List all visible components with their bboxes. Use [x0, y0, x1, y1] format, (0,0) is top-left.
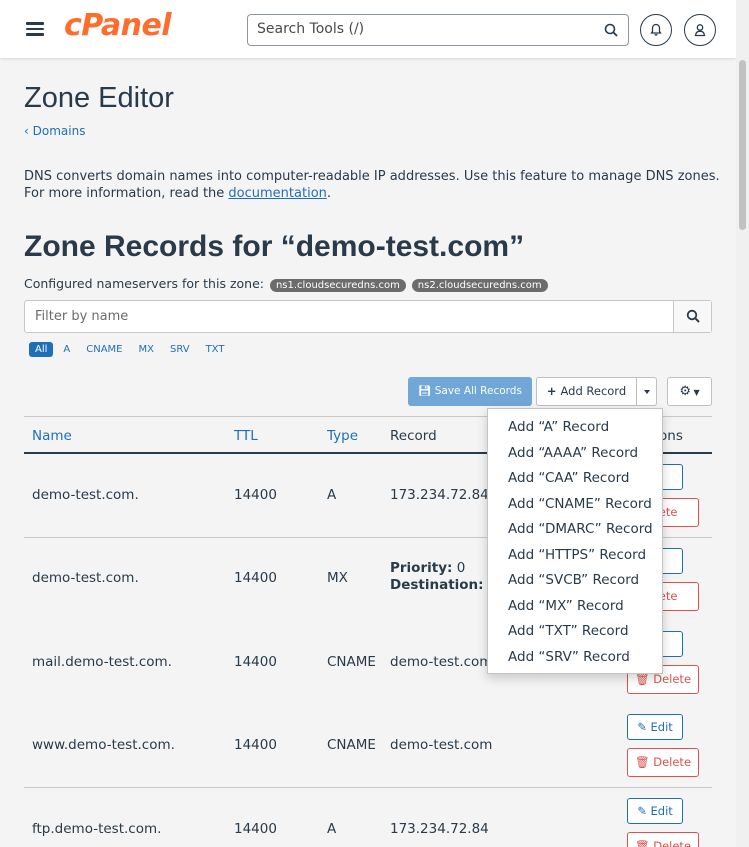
user-icon: [694, 24, 706, 37]
add-aaaa-record-item[interactable]: Add “AAAA” Record: [488, 441, 662, 467]
add-record-dropdown-toggle[interactable]: [636, 377, 657, 406]
top-navbar: cPanel: [0, 0, 736, 58]
record-ttl: 14400: [234, 570, 277, 586]
record-name: demo-test.com.: [32, 487, 139, 503]
back-to-domains-link[interactable]: ‹ Domains: [24, 124, 85, 138]
record-value: demo-test.com: [390, 737, 493, 753]
record-column-header: Record: [390, 428, 437, 444]
search-tools-box[interactable]: [247, 14, 629, 46]
add-svcb-record-item[interactable]: Add “SVCB” Record: [488, 568, 662, 594]
add-record-label: Add Record: [560, 384, 627, 398]
add-txt-record-item[interactable]: Add “TXT” Record: [488, 619, 662, 645]
record-value: 173.234.72.84: [390, 821, 489, 837]
table-row: ftp.demo-test.com. 14400 A 173.234.72.84…: [24, 788, 712, 847]
record-value: 173.234.72.84: [390, 487, 489, 503]
record-name: mail.demo-test.com.: [32, 654, 172, 670]
caret-down-icon: ▼: [690, 388, 700, 397]
delete-label: Delete: [653, 672, 692, 686]
search-icon: [686, 309, 700, 323]
type-column-header[interactable]: Type: [327, 428, 358, 444]
filter-box: [24, 300, 712, 333]
record-type: CNAME: [327, 654, 376, 670]
pencil-icon: ✎: [637, 720, 647, 734]
scroll-thumb[interactable]: [739, 60, 746, 230]
filter-cname[interactable]: CNAME: [80, 342, 128, 357]
search-icon[interactable]: [604, 23, 618, 37]
bell-icon: [650, 23, 662, 36]
filter-srv[interactable]: SRV: [164, 342, 196, 357]
filter-mx[interactable]: MX: [133, 342, 160, 357]
add-record-button[interactable]: + Add Record: [536, 377, 637, 406]
record-type: A: [327, 821, 337, 837]
record-ttl: 14400: [234, 737, 277, 753]
edit-label: Edit: [650, 804, 673, 818]
delete-button[interactable]: 🗑︎ Delete: [627, 832, 699, 847]
filter-by-name-input[interactable]: [35, 309, 635, 324]
priority-value: 0: [456, 560, 466, 576]
add-cname-record-item[interactable]: Add “CNAME” Record: [488, 492, 662, 518]
page-title: Zone Editor: [24, 82, 174, 114]
trash-icon: 🗑︎: [634, 755, 650, 769]
cpanel-logo[interactable]: cPanel: [64, 8, 172, 43]
ttl-column-header[interactable]: TTL: [234, 428, 258, 444]
destination-label: Destination:: [390, 577, 484, 593]
filter-all[interactable]: All: [29, 342, 54, 357]
delete-label: Delete: [653, 839, 692, 847]
trash-icon: 🗑︎: [634, 839, 650, 847]
notifications-button[interactable]: [640, 14, 672, 46]
nameserver-badge: ns2.cloudsecuredns.com: [411, 279, 548, 292]
edit-button[interactable]: ✎ Edit: [627, 714, 683, 740]
edit-button[interactable]: ✎ Edit: [627, 798, 683, 824]
user-menu-button[interactable]: [684, 14, 716, 46]
record-ttl: 14400: [234, 487, 277, 503]
documentation-link[interactable]: documentation: [228, 186, 326, 201]
menu-icon[interactable]: [26, 22, 44, 36]
add-dmarc-record-item[interactable]: Add “DMARC” Record: [488, 517, 662, 543]
table-row: www.demo-test.com. 14400 CNAME demo-test…: [24, 704, 712, 788]
record-type-filters: All A CNAME MX SRV TXT: [29, 342, 234, 357]
name-column-header[interactable]: Name: [32, 428, 72, 444]
record-type: MX: [327, 570, 348, 586]
delete-label: Delete: [653, 755, 692, 769]
record-type: A: [327, 487, 337, 503]
filter-txt[interactable]: TXT: [200, 342, 231, 357]
save-label: Save All Records: [434, 385, 522, 397]
record-type: CNAME: [327, 737, 376, 753]
settings-dropdown-button[interactable]: ⚙︎ ▼: [667, 377, 712, 406]
delete-button[interactable]: 🗑︎ Delete: [627, 748, 699, 777]
save-all-records-button[interactable]: 💾︎ Save All Records: [408, 377, 532, 406]
priority-label: Priority:: [390, 560, 453, 576]
zone-records-title: Zone Records for “demo-test.com”: [24, 230, 525, 263]
search-input[interactable]: [257, 21, 587, 37]
description-end: .: [326, 186, 332, 201]
plus-icon: +: [546, 384, 561, 398]
filter-search-button[interactable]: [673, 301, 711, 332]
pencil-icon: ✎: [637, 804, 647, 818]
gear-icon: ⚙︎: [679, 384, 691, 399]
description-text: DNS converts domain names into computer-…: [24, 169, 720, 201]
add-a-record-item[interactable]: Add “A” Record: [488, 415, 662, 441]
edit-label: Edit: [650, 720, 673, 734]
record-value: demo-test.com: [390, 654, 493, 670]
add-mx-record-item[interactable]: Add “MX” Record: [488, 594, 662, 620]
record-name: www.demo-test.com.: [32, 737, 175, 753]
save-icon: 💾︎: [418, 385, 435, 397]
back-link-label: Domains: [32, 124, 86, 138]
add-record-dropdown-menu: Add “A” Record Add “AAAA” Record Add “CA…: [487, 408, 663, 674]
record-ttl: 14400: [234, 821, 277, 837]
nameserver-badge: ns1.cloudsecuredns.com: [269, 279, 406, 292]
record-name: ftp.demo-test.com.: [32, 821, 162, 837]
record-name: demo-test.com.: [32, 570, 139, 586]
add-caa-record-item[interactable]: Add “CAA” Record: [488, 466, 662, 492]
record-ttl: 14400: [234, 654, 277, 670]
page-description: DNS converts domain names into computer-…: [24, 168, 724, 202]
nameservers-label: Configured nameservers for this zone:: [24, 276, 264, 291]
trash-icon: 🗑︎: [634, 672, 650, 686]
chevron-left-icon: ‹: [24, 124, 33, 138]
add-https-record-item[interactable]: Add “HTTPS” Record: [488, 543, 662, 569]
page-scrollbar[interactable]: [736, 0, 749, 847]
add-srv-record-item[interactable]: Add “SRV” Record: [488, 645, 662, 671]
filter-a[interactable]: A: [57, 342, 76, 357]
nameservers-line: Configured nameservers for this zone: ns…: [24, 276, 548, 292]
